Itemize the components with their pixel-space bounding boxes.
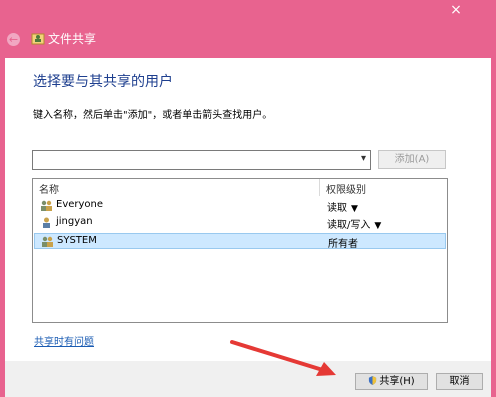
permission-dropdown[interactable]: 读取 ▼ [327,199,358,214]
permission-value: 所有者 [328,239,358,250]
users-group-icon [42,236,53,247]
file-share-icon [31,33,45,45]
column-header-name[interactable]: 名称 [39,181,59,196]
list-item-name: jingyan [56,216,93,227]
watermark-text: Bai经验 [420,349,456,360]
column-divider [319,179,320,196]
list-row-system[interactable]: SYSTEM 所有者 [34,233,446,250]
instruction-text: 键入名称，然后单击"添加"，或者单击箭头查找用户。 [33,110,273,121]
permission-dropdown[interactable]: 读取/写入 ▼ [327,216,381,231]
list-row-jingyan[interactable]: jingyan 读取/写入 ▼ [34,215,446,231]
users-group-icon [41,200,52,211]
user-icon [43,217,50,228]
dialog-heading: 选择要与其共享的用户 [33,74,173,90]
back-arrow-icon[interactable]: ← [7,33,20,46]
user-permission-list[interactable]: 名称 权限级别 Everyone 读取 ▼ jingyan 读取/写入 ▼ SYST… [32,178,448,323]
share-button[interactable]: 共享(H) [355,373,428,390]
title-bar: × ← 文件共享 [0,0,496,58]
permission-value: 读取/写入 [327,220,371,231]
add-button[interactable]: 添加(A) [378,150,446,169]
file-share-dialog: 选择要与其共享的用户 键入名称，然后单击"添加"，或者单击箭头查找用户。 ▾ 添… [5,58,491,361]
permission-value: 读取 [327,203,347,214]
caret-down-icon[interactable]: ▼ [374,221,381,231]
list-item-name: Everyone [56,199,104,210]
annotation-arrow-icon [230,340,336,376]
cancel-button[interactable]: 取消 [436,373,483,390]
shield-icon [369,376,377,385]
help-link[interactable]: 共享时有问题 [34,333,94,348]
caret-down-icon[interactable]: ▼ [351,204,358,214]
list-item-name: SYSTEM [57,235,97,246]
close-icon[interactable]: × [446,0,466,20]
list-row-everyone[interactable]: Everyone 读取 ▼ [34,198,446,214]
user-name-combobox[interactable]: ▾ [32,150,371,170]
chevron-down-icon[interactable]: ▾ [361,153,366,164]
column-header-permission[interactable]: 权限级别 [326,181,366,196]
window-title: 文件共享 [48,32,97,46]
share-button-label: 共享(H) [379,376,415,387]
